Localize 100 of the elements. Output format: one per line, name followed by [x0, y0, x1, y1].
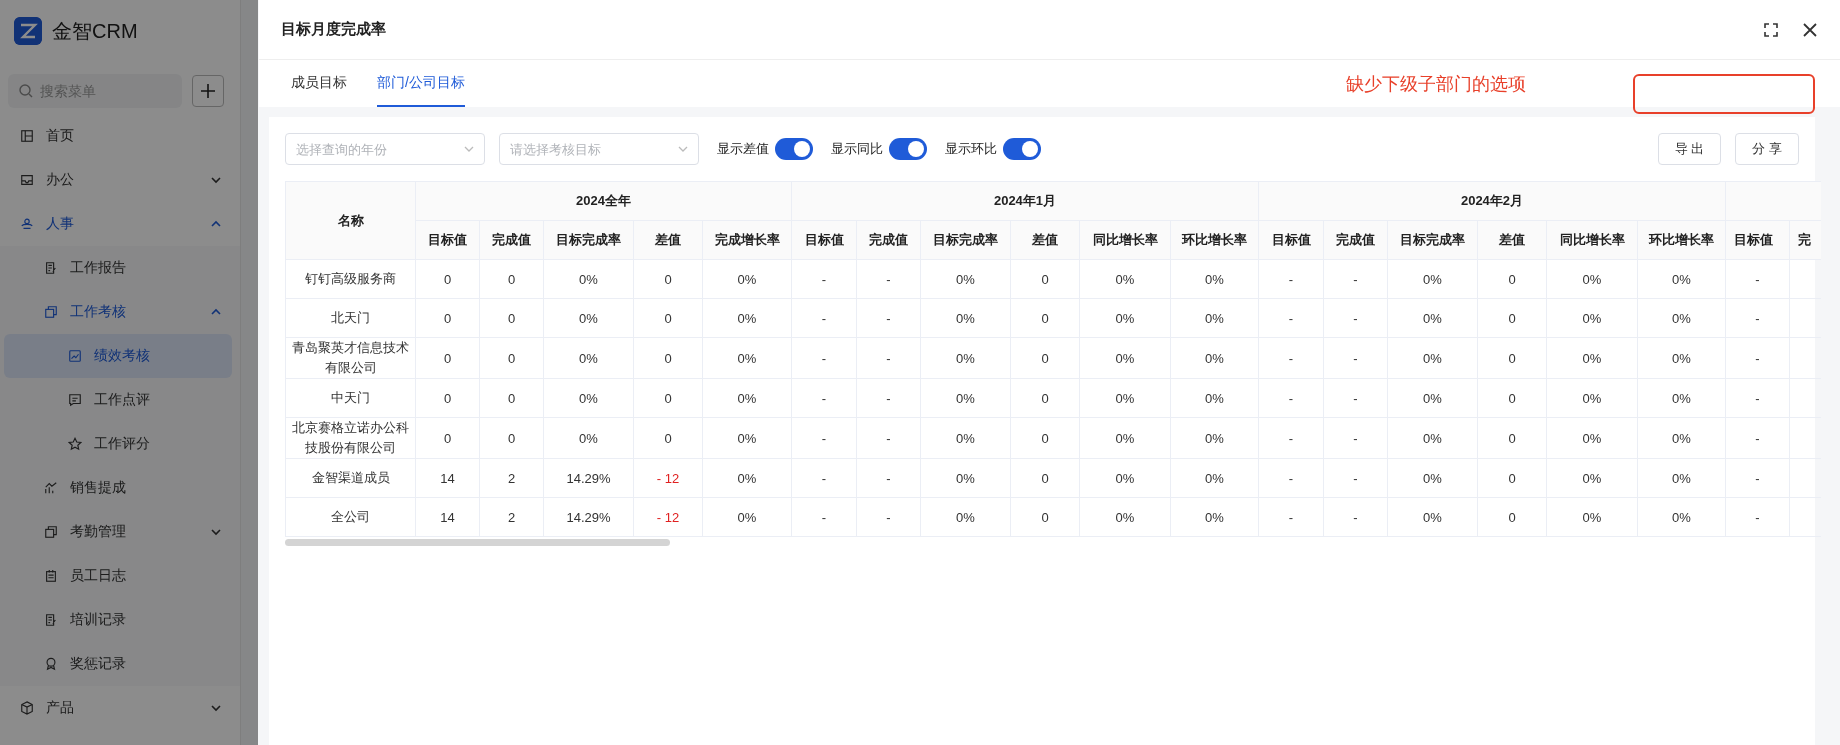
toggle-label: 显示同比: [831, 140, 883, 158]
table-cell: -: [791, 337, 857, 379]
table-cell: 0%: [1637, 497, 1726, 537]
table-cell: 14.29%: [543, 497, 634, 537]
table-cell: 0: [415, 259, 480, 299]
export-button[interactable]: 导 出: [1657, 133, 1722, 165]
table-cell: -: [856, 337, 921, 379]
column-group-header: 2024年2月: [1258, 181, 1726, 221]
scrollbar-thumb[interactable]: [285, 539, 670, 546]
table-cell: 0%: [1546, 259, 1638, 299]
calendar-icon: [44, 569, 58, 583]
table-cell: -: [1323, 298, 1388, 338]
table-cell: 0%: [1387, 259, 1478, 299]
document-icon: [44, 261, 58, 275]
sidebar-item[interactable]: 绩效考核: [4, 334, 232, 378]
table-cell: 0%: [920, 259, 1011, 299]
toggle-switch[interactable]: [1003, 138, 1041, 160]
table-cell: -: [1258, 378, 1324, 418]
table-cell: -: [791, 417, 857, 459]
toggle-switch[interactable]: [889, 138, 927, 160]
table-cell: 0: [1477, 458, 1547, 498]
column-header: 差值: [1010, 220, 1080, 260]
sidebar-item[interactable]: 工作报告: [4, 246, 232, 290]
tab[interactable]: 成员目标: [291, 60, 347, 107]
table-cell: 0: [479, 259, 544, 299]
table-cell: 0: [1477, 497, 1547, 537]
sidebar-item[interactable]: 考勤管理: [4, 510, 232, 554]
table-cell: 0: [633, 298, 703, 338]
table-cell: 0: [633, 378, 703, 418]
sidebar-item[interactable]: 产品: [4, 686, 232, 730]
table-cell: 0%: [1387, 497, 1478, 537]
sidebar-item[interactable]: 销售提成: [4, 466, 232, 510]
table-cell: -: [791, 378, 857, 418]
sidebar-item[interactable]: 奖惩记录: [4, 642, 232, 686]
table-cell: 0: [1010, 298, 1080, 338]
table-cell: 0: [1477, 337, 1547, 379]
sidebar-item[interactable]: 培训记录: [4, 598, 232, 642]
table-cell: 0: [633, 337, 703, 379]
table-cell: 0%: [1387, 417, 1478, 459]
table-cell: 0%: [1546, 298, 1638, 338]
close-button[interactable]: [1802, 21, 1818, 38]
app-name: 金智CRM: [52, 18, 138, 44]
table-cell: -: [1323, 417, 1388, 459]
table-cell: -: [1258, 458, 1324, 498]
sidebar-item[interactable]: 首页: [4, 114, 232, 158]
table-cell: 0: [415, 298, 480, 338]
column-header: 完成值: [1323, 220, 1388, 260]
table-cell: -: [1258, 337, 1324, 379]
sidebar-item[interactable]: 工作评分: [4, 422, 232, 466]
sidebar-item[interactable]: 工作点评: [4, 378, 232, 422]
table-cell: -: [856, 298, 921, 338]
toggle-label: 显示差值: [717, 140, 769, 158]
table-cell: 0: [479, 298, 544, 338]
document-icon: [44, 613, 58, 627]
table-cell: 0%: [1170, 337, 1259, 379]
column-header: 同比增长率: [1079, 220, 1171, 260]
table-cell: 0: [633, 417, 703, 459]
select-field[interactable]: 选择查询的年份: [285, 133, 485, 165]
table-cell: 0%: [702, 259, 792, 299]
table-cell: 0%: [1637, 458, 1726, 498]
table-cell: 青岛聚英才信息技术有限公司: [285, 337, 416, 379]
table-cell: 0%: [920, 458, 1011, 498]
table-cell: 0%: [1546, 497, 1638, 537]
sidebar-item[interactable]: 办公: [4, 158, 232, 202]
table-cell: 0: [1010, 497, 1080, 537]
layout-icon: [20, 129, 34, 143]
sidebar-item[interactable]: 人事: [4, 202, 232, 246]
column-header: 目标值: [791, 220, 857, 260]
table-cell: 0: [415, 417, 480, 459]
chart-icon: [68, 349, 82, 363]
table-cell: 0%: [1079, 378, 1171, 418]
sidebar-item[interactable]: 员工日志: [4, 554, 232, 598]
share-button[interactable]: 分 享: [1735, 133, 1799, 165]
add-button[interactable]: [192, 75, 224, 107]
person-icon: [20, 217, 34, 231]
table-cell: 0%: [1637, 259, 1726, 299]
table-cell: -: [1725, 259, 1790, 299]
table-cell: 14: [415, 497, 480, 537]
table-cell: 0%: [1170, 298, 1259, 338]
table-cell: 0: [479, 417, 544, 459]
column-header: 完成值: [856, 220, 921, 260]
table-cell: -: [1258, 259, 1324, 299]
table-cell: -: [1725, 337, 1790, 379]
table-cell: 0%: [1079, 458, 1171, 498]
table-cell: -: [1323, 458, 1388, 498]
column-header: 目标值: [1258, 220, 1324, 260]
table-cell: - 12: [633, 458, 703, 498]
table-cell: 0%: [1079, 497, 1171, 537]
column-header: 差值: [633, 220, 703, 260]
select-field[interactable]: 请选择考核目标: [499, 133, 699, 165]
sidebar-item[interactable]: 工作考核: [4, 290, 232, 334]
table-cell: 0%: [702, 497, 792, 537]
table-cell: 2: [479, 497, 544, 537]
column-header: 目标完成率: [920, 220, 1011, 260]
table-cell: -: [856, 417, 921, 459]
column-header: 差值: [1477, 220, 1547, 260]
table-cell: 0%: [1387, 298, 1478, 338]
toggle-switch[interactable]: [775, 138, 813, 160]
table-cell: 14.29%: [543, 458, 634, 498]
fullscreen-button[interactable]: [1764, 22, 1778, 37]
